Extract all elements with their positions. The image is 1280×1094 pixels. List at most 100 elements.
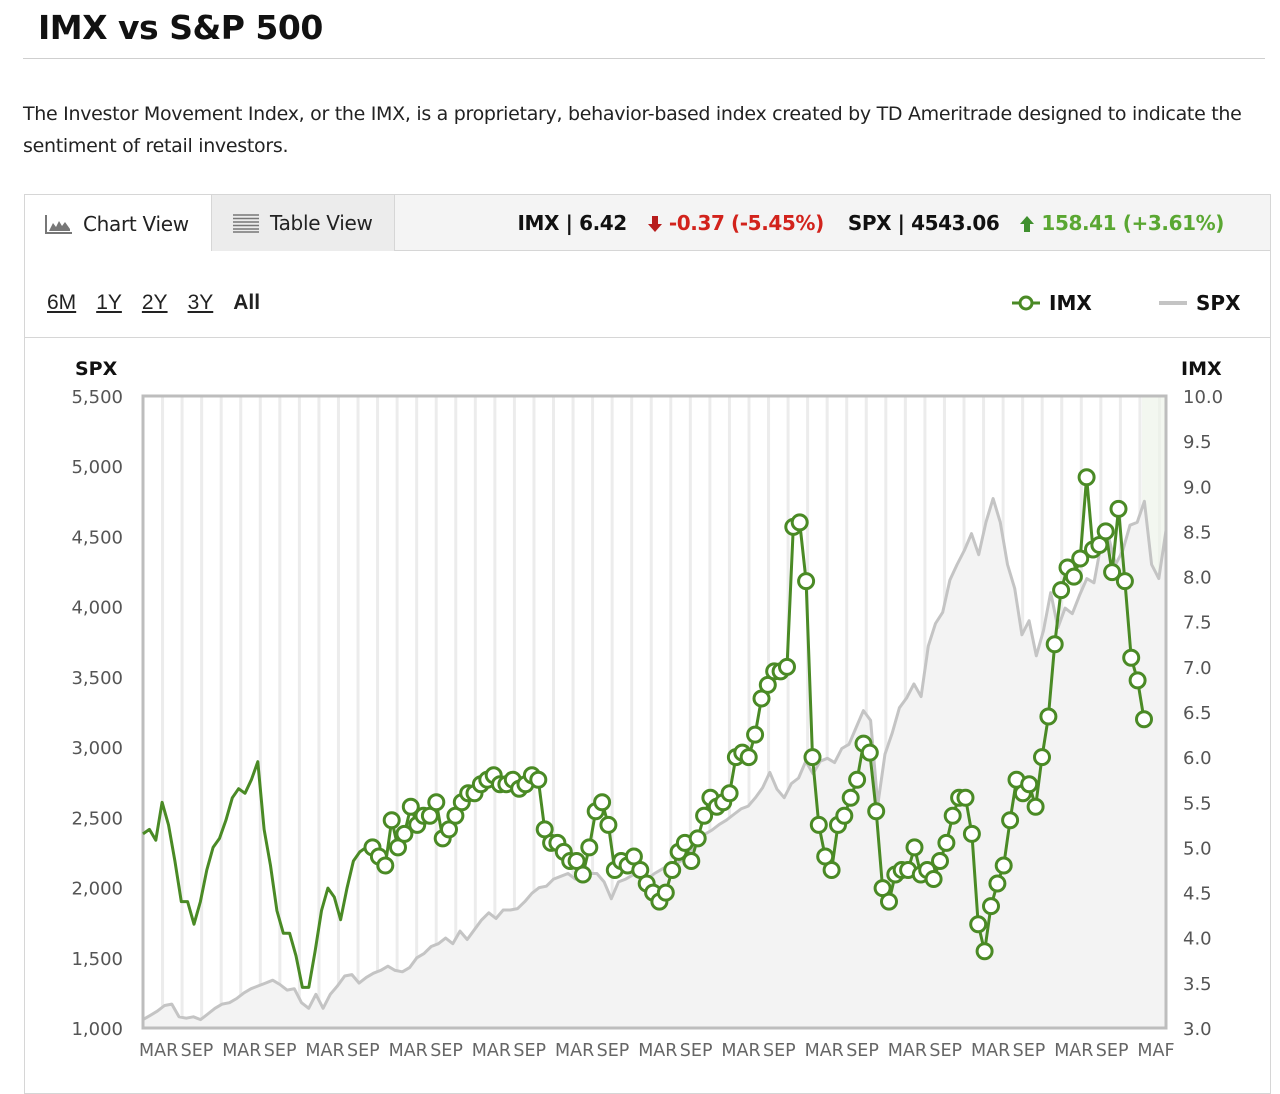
x-tick-label: MAR [472, 1041, 511, 1061]
imx-point[interactable] [809, 815, 828, 834]
imx-point[interactable] [427, 793, 446, 812]
right-tick-label: 3.5 [1183, 974, 1212, 995]
imx-point[interactable] [1096, 522, 1115, 541]
imx-point[interactable] [797, 572, 816, 591]
imx-point[interactable] [956, 788, 975, 807]
x-tick-label: MAR [638, 1041, 677, 1061]
imx-point[interactable] [663, 861, 682, 879]
x-tick-label: MAF [1137, 1041, 1174, 1061]
left-tick-label: 4,500 [71, 527, 123, 548]
imx-point[interactable] [803, 748, 822, 767]
x-tick-label: MAR [389, 1041, 428, 1061]
x-tick-label: MAR [805, 1041, 844, 1061]
x-tick-label: MAR [555, 1041, 594, 1061]
imx-point[interactable] [593, 793, 612, 812]
imx-point[interactable] [924, 870, 943, 888]
imx-point[interactable] [1115, 572, 1134, 591]
imx-point[interactable] [1109, 499, 1128, 518]
imx-point[interactable] [937, 833, 956, 852]
left-tick-label: 4,000 [71, 598, 123, 619]
x-tick-label: SEP [513, 1041, 546, 1061]
right-axis-title: IMX [1181, 358, 1222, 380]
imx-point[interactable] [1033, 748, 1051, 767]
imx-point[interactable] [739, 748, 758, 767]
imx-point[interactable] [580, 838, 599, 857]
right-tick-label: 6.5 [1183, 703, 1212, 724]
left-tick-label: 3,000 [71, 738, 123, 759]
imx-point[interactable] [1001, 811, 1020, 830]
imx-point[interactable] [975, 942, 994, 961]
imx-point[interactable] [969, 915, 988, 934]
imx-point[interactable] [867, 802, 886, 821]
imx-point[interactable] [1020, 775, 1039, 794]
x-tick-label: SEP [763, 1041, 796, 1061]
imx-point[interactable] [1122, 648, 1141, 667]
right-tick-label: 4.0 [1183, 929, 1212, 950]
imx-point[interactable] [1077, 468, 1096, 487]
left-tick-label: 5,500 [71, 387, 123, 408]
imx-point[interactable] [573, 865, 592, 884]
imx-point[interactable] [790, 513, 809, 532]
imx-point[interactable] [382, 811, 401, 830]
chart-widget: Chart View Table View IMX | 6.42 -0.37 (… [24, 194, 1271, 1094]
imx-point[interactable] [962, 824, 981, 843]
x-tick-label: SEP [1013, 1041, 1046, 1061]
imx-point[interactable] [682, 852, 701, 870]
imx-point[interactable] [994, 856, 1013, 875]
right-tick-label: 9.0 [1183, 477, 1212, 498]
right-tick-label: 10.0 [1183, 387, 1223, 408]
x-tick-label: SEP [264, 1041, 297, 1061]
left-tick-label: 2,000 [71, 879, 123, 900]
imx-point[interactable] [860, 743, 879, 762]
imx-point[interactable] [688, 829, 707, 848]
imx-point[interactable] [1045, 635, 1064, 654]
imx-point[interactable] [982, 897, 1000, 916]
right-tick-label: 7.0 [1183, 658, 1212, 679]
x-tick-label: SEP [846, 1041, 879, 1061]
left-tick-label: 1,000 [71, 1019, 123, 1040]
imx-point[interactable] [778, 657, 796, 676]
imx-point[interactable] [1128, 671, 1147, 690]
imx-point[interactable] [1135, 710, 1153, 729]
x-tick-label: MAR [888, 1041, 927, 1061]
right-tick-label: 8.0 [1183, 568, 1212, 589]
imx-point[interactable] [1039, 707, 1058, 726]
imx-point[interactable] [1064, 567, 1083, 586]
imx-point[interactable] [1026, 797, 1045, 816]
imx-point[interactable] [880, 892, 898, 911]
right-tick-label: 4.5 [1183, 884, 1212, 905]
x-tick-label: MAR [305, 1041, 344, 1061]
imx-point[interactable] [1052, 581, 1071, 600]
imx-point[interactable] [656, 883, 675, 902]
imx-point[interactable] [848, 770, 867, 789]
imx-point[interactable] [529, 770, 548, 789]
imx-point[interactable] [905, 838, 924, 857]
x-tick-label: MAR [1054, 1041, 1093, 1061]
imx-point[interactable] [931, 852, 949, 870]
x-tick-label: SEP [680, 1041, 713, 1061]
imx-point[interactable] [746, 725, 765, 744]
right-tick-label: 8.5 [1183, 522, 1212, 543]
imx-point[interactable] [943, 806, 962, 825]
right-tick-label: 9.5 [1183, 432, 1212, 453]
left-tick-label: 2,500 [71, 808, 123, 829]
left-tick-label: 5,000 [71, 457, 123, 478]
imx-spx-chart: SPX IMX 5,500 5,000 4,500 4,000 3,500 3,000 2,… [71, 358, 1223, 1061]
imx-point[interactable] [720, 784, 739, 803]
x-tick-label: SEP [181, 1041, 214, 1061]
x-tick-label: MAR [222, 1041, 261, 1061]
x-tick-label: SEP [597, 1041, 630, 1061]
imx-point[interactable] [376, 856, 395, 875]
x-tick-label: SEP [430, 1041, 463, 1061]
left-tick-label: 3,500 [71, 668, 123, 689]
x-tick-label: MAR [139, 1041, 178, 1061]
imx-point[interactable] [599, 815, 618, 834]
imx-point[interactable] [841, 788, 860, 807]
imx-point[interactable] [835, 806, 854, 825]
right-tick-label: 7.5 [1183, 613, 1212, 634]
right-tick-label: 5.0 [1183, 838, 1212, 859]
imx-point[interactable] [822, 861, 841, 879]
imx-point[interactable] [988, 874, 1007, 893]
x-tick-label: MAR [721, 1041, 760, 1061]
x-tick-label: MAR [971, 1041, 1010, 1061]
